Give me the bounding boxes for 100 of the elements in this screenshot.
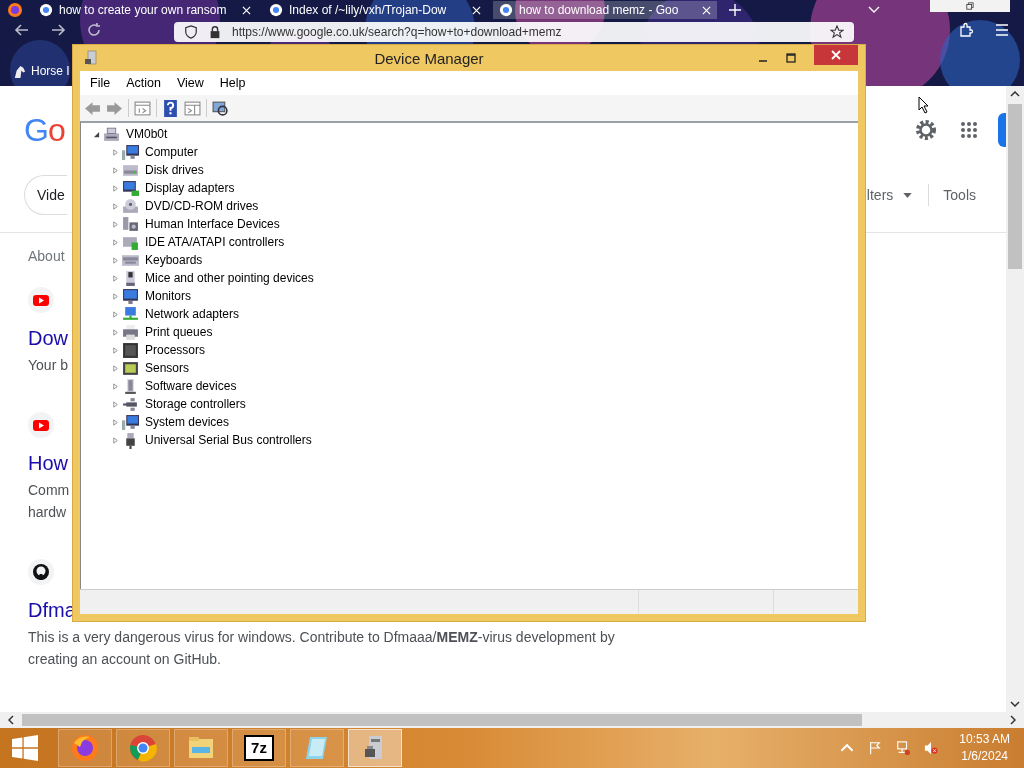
star-icon[interactable] [830, 25, 844, 39]
menu-item[interactable]: View [168, 76, 212, 90]
result-snippet: Comm [28, 481, 70, 500]
browser-tab[interactable]: how to create your own ransom [33, 1, 257, 19]
tree-item[interactable]: Human Interface Devices [145, 217, 280, 231]
tab-favicon-icon [269, 3, 283, 17]
device-icon [122, 395, 139, 413]
tree-item[interactable]: Software devices [145, 379, 237, 393]
new-tab-icon[interactable] [729, 4, 741, 16]
scroll-down-icon[interactable] [1010, 701, 1020, 707]
extension-icon[interactable] [958, 22, 974, 38]
scroll-left-icon[interactable] [8, 715, 14, 725]
result-link[interactable]: Dow [28, 325, 68, 351]
help-icon[interactable] [162, 99, 179, 117]
back-icon[interactable] [14, 22, 30, 38]
device-icon [122, 143, 139, 161]
device-icon [122, 413, 139, 431]
tree-item[interactable]: Sensors [145, 361, 190, 375]
volume-muted-icon[interactable] [924, 741, 939, 755]
device-icon [122, 197, 139, 215]
horse-icon [12, 63, 27, 79]
result-stats: About [28, 247, 65, 265]
properties-panel-icon[interactable] [134, 99, 151, 117]
start-icon[interactable] [12, 735, 38, 761]
video-site-icon [28, 412, 54, 438]
close-icon[interactable] [472, 5, 481, 15]
maximize-icon[interactable] [786, 53, 796, 63]
apps-icon[interactable] [960, 121, 978, 139]
tools-button[interactable]: Tools [943, 187, 976, 203]
tree-item[interactable]: Storage controllers [145, 397, 246, 411]
caret-icon[interactable] [903, 192, 913, 198]
browser-tab[interactable]: how to download memz - Goo [493, 1, 717, 19]
scan-monitor-icon[interactable] [212, 99, 229, 117]
tree-item[interactable]: Mice and other pointing devices [145, 271, 314, 285]
firefox-icon [70, 733, 100, 763]
chevron-icon[interactable] [868, 6, 880, 14]
result-snippet: Your b [28, 356, 68, 375]
tree-item[interactable]: Processors [145, 343, 206, 357]
forward-icon[interactable] [50, 22, 66, 38]
tab-favicon-icon [39, 3, 53, 17]
taskbar-button[interactable] [348, 729, 402, 767]
menu-icon[interactable] [994, 22, 1010, 38]
close-icon[interactable] [702, 5, 711, 15]
result-link[interactable]: How [28, 450, 68, 476]
tree-item[interactable]: Print queues [145, 325, 213, 339]
scrollbar[interactable] [1006, 86, 1024, 712]
scroll-up-icon[interactable] [1010, 91, 1020, 97]
taskbar-button[interactable]: 7z [232, 729, 286, 767]
menu-item[interactable]: File [82, 76, 119, 90]
scroll-thumb[interactable] [1008, 104, 1022, 269]
tree-item[interactable]: DVD/CD-ROM drives [145, 199, 259, 213]
tree-item[interactable]: Disk drives [145, 163, 204, 177]
close-icon[interactable] [242, 5, 251, 15]
menu-item[interactable]: Help [211, 76, 254, 90]
tree-item[interactable]: Universal Serial Bus controllers [145, 433, 312, 447]
tree-item[interactable]: Monitors [145, 289, 191, 303]
result-snippet: This is a very dangerous virus for windows. Contribute to Dfmaaa/MEMZ-virus development by creating an account on GitHub. [28, 628, 616, 669]
tree-item[interactable]: System devices [145, 415, 230, 429]
lock-icon [208, 25, 222, 39]
firefox-icon[interactable] [7, 2, 23, 18]
close-button[interactable] [814, 45, 858, 65]
tree-item[interactable]: IDE ATA/ATAPI controllers [145, 235, 285, 249]
computer-icon [103, 125, 120, 143]
tab-favicon-icon [499, 3, 513, 17]
tree-item[interactable]: Network adapters [145, 307, 240, 321]
network-icon[interactable] [896, 741, 911, 755]
device-icon [122, 377, 139, 395]
device-icon [122, 341, 139, 359]
logo[interactable]: Go [24, 111, 65, 149]
window-buttons[interactable] [930, 0, 1010, 12]
device-icon [122, 215, 139, 233]
restore-icon[interactable] [966, 2, 974, 10]
device-icon [122, 359, 139, 377]
device-icon [122, 287, 139, 305]
device-icon [122, 179, 139, 197]
reload-icon[interactable] [86, 22, 102, 38]
expander-icon[interactable] [93, 130, 100, 138]
archiver-logo: 7z [244, 735, 274, 761]
tree-item[interactable]: Computer [145, 145, 198, 159]
taskbar-button[interactable] [116, 729, 170, 767]
scroll-right-icon[interactable] [1010, 715, 1016, 725]
flag-icon[interactable] [868, 741, 883, 755]
tree-item[interactable]: VM0b0t [126, 127, 168, 141]
tree-item[interactable]: Display adapters [145, 181, 235, 195]
shield-icon [184, 25, 198, 39]
menu-item[interactable]: Action [118, 76, 169, 90]
browser-tab[interactable]: Index of /~lily/vxh/Trojan-Dow [263, 1, 487, 19]
sign-in-button[interactable] [998, 113, 1006, 147]
filters-menu[interactable]: lters [866, 187, 894, 203]
panel-icon[interactable] [184, 99, 201, 117]
device-icon [122, 323, 139, 341]
taskbar-button[interactable] [58, 729, 112, 767]
tree-item[interactable]: Keyboards [145, 253, 203, 267]
device-icon [122, 305, 139, 323]
address-field[interactable]: https://www.google.co.uk/search?q=how+to+download+memz [174, 22, 854, 42]
clock-date: 1/6/2024 [961, 748, 1008, 765]
scroll-thumb[interactable] [22, 714, 862, 726]
settings-icon[interactable] [914, 118, 938, 142]
video-site-icon [28, 287, 54, 313]
scrollbar[interactable] [0, 712, 1024, 728]
